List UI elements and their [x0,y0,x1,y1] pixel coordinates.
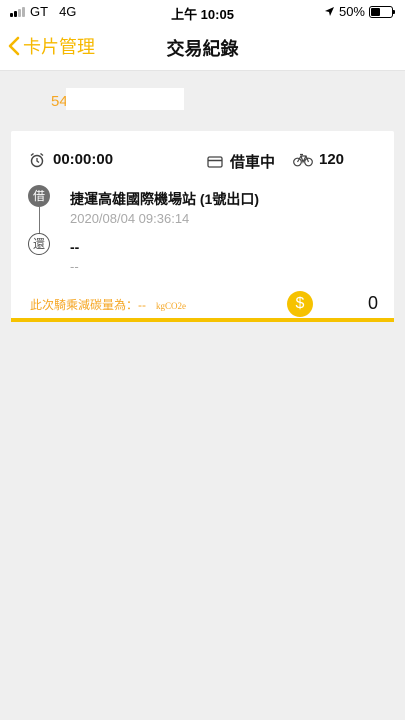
carbon-reduction: 此次騎乘減碳量為：-- kgCO2e [30,296,186,313]
dollar-coin-icon: $ [287,291,313,317]
transaction-record-card[interactable]: 00:00:00 借車中 120 借 還 捷運高雄國際機場站 (1號出口) 20… [11,131,394,322]
timeline-connector [39,207,40,235]
back-label: 卡片管理 [23,37,95,57]
alarm-clock-icon [30,152,44,167]
record-summary-row: 00:00:00 借車中 120 [11,151,394,173]
return-time: -- [70,259,79,274]
navigation-bar: 卡片管理 交易紀錄 [0,24,405,71]
card-accent-bar [11,318,394,322]
carbon-label: 此次騎乘減碳量為：-- [30,298,146,312]
bicycle-icon [293,153,313,166]
battery-percent: 50% [338,4,365,19]
back-button[interactable]: 卡片管理 [8,33,95,59]
fare-amount: 0 [367,293,378,313]
rental-status: 借車中 [207,151,275,172]
carbon-unit: kgCO2e [156,301,186,311]
bike-id-value: 120 [319,151,345,168]
status-text: 借車中 [230,154,276,171]
location-arrow-icon [324,7,334,16]
chevron-left-icon [8,36,20,56]
status-right: 50% [324,4,395,19]
duration: 00:00:00 [29,151,113,168]
card-icon [207,155,223,168]
card-number-mask [66,88,184,110]
borrow-time: 2020/08/04 09:36:14 [70,211,190,226]
return-badge: 還 [28,233,50,255]
duration-value: 00:00:00 [53,151,114,168]
status-bar: GT 4G 上午 10:05 50% [0,0,405,24]
bike-id: 120 [293,151,344,168]
battery-icon [369,5,395,18]
borrow-badge: 借 [28,185,50,207]
return-station: -- [70,239,80,255]
borrow-station: 捷運高雄國際機場站 (1號出口) [70,191,259,207]
